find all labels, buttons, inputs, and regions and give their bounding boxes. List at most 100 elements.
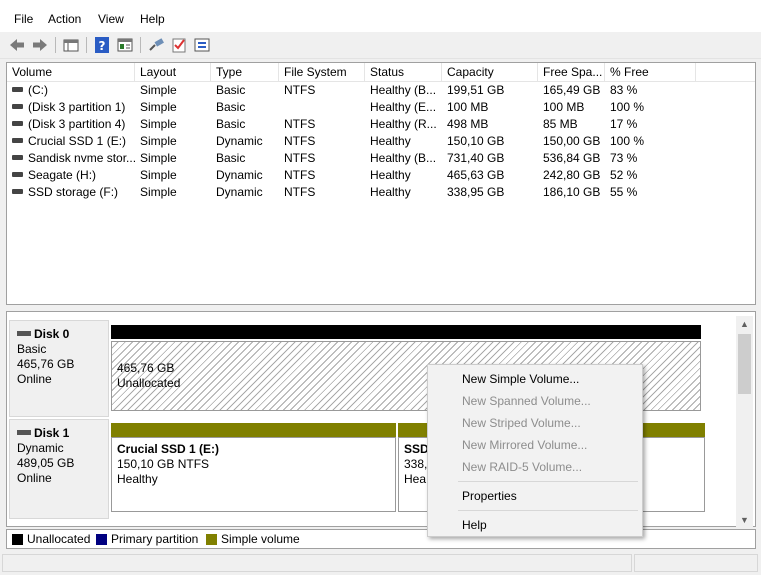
menu-item-new-mirrored-volume[interactable]: New Mirrored Volume... xyxy=(462,436,587,454)
volume-name: (Disk 3 partition 1) xyxy=(28,100,126,114)
scrollbar-thumb[interactable] xyxy=(738,334,751,394)
disk-map-scrollbar[interactable]: ▲ ▼ xyxy=(736,316,753,529)
cell-capacity: 731,40 GB xyxy=(447,151,505,165)
table-row[interactable]: Seagate (H:) Simple Dynamic NTFS Healthy… xyxy=(7,167,755,184)
drive-icon xyxy=(12,189,23,195)
menu-action[interactable]: Action xyxy=(48,12,81,26)
menu-item-new-striped-volume[interactable]: New Striped Volume... xyxy=(462,414,581,432)
toolbar-separator xyxy=(55,37,56,53)
volume-name: SSD storage (F:) xyxy=(28,185,119,199)
disk-name: Disk 0 xyxy=(34,327,70,341)
column-header-file-system[interactable]: File System xyxy=(279,63,365,82)
svg-text:?: ? xyxy=(99,39,106,53)
cell-percent-free: 100 % xyxy=(610,134,645,148)
menu-item-properties[interactable]: Properties xyxy=(462,487,517,505)
cell-type: Dynamic xyxy=(216,168,263,182)
cell-capacity: 199,51 GB xyxy=(447,83,505,97)
menu-file[interactable]: File xyxy=(14,12,33,26)
volume-name: Seagate (H:) xyxy=(28,168,97,182)
status-cell xyxy=(2,554,632,572)
back-arrow-icon[interactable] xyxy=(8,36,26,54)
menu-help[interactable]: Help xyxy=(140,12,165,26)
drive-icon xyxy=(12,121,23,127)
cell-type: Dynamic xyxy=(216,185,263,199)
table-row[interactable]: Crucial SSD 1 (E:) Simple Dynamic NTFS H… xyxy=(7,133,755,150)
scroll-up-icon[interactable]: ▲ xyxy=(736,316,753,332)
volume-list: Volume Layout Type File System Status Ca… xyxy=(6,62,756,305)
disk-list-icon[interactable] xyxy=(62,36,80,54)
check-icon[interactable] xyxy=(170,36,188,54)
cell-layout: Simple xyxy=(140,168,177,182)
cell-free-space: 186,10 GB xyxy=(543,185,601,199)
column-header-free-space[interactable]: Free Spa... xyxy=(538,63,605,82)
menu-item-new-raid5-volume[interactable]: New RAID-5 Volume... xyxy=(462,458,582,476)
volume-name: (Disk 3 partition 4) xyxy=(28,117,126,131)
toolbar: ? xyxy=(0,32,761,59)
connect-icon[interactable] xyxy=(147,36,165,54)
cell-status: Healthy (B... xyxy=(370,83,437,97)
column-header-status[interactable]: Status xyxy=(365,63,442,82)
disk-icon xyxy=(17,430,31,436)
disk-map: Disk 0 Basic 465,76 GB Online 465,76 GB … xyxy=(6,311,756,527)
cell-percent-free: 100 % xyxy=(610,100,645,114)
forward-arrow-icon[interactable] xyxy=(31,36,49,54)
cell-free-space: 536,84 GB xyxy=(543,151,601,165)
cell-free-space: 165,49 GB xyxy=(543,83,601,97)
disk-1-label[interactable]: Disk 1 Dynamic 489,05 GB Online xyxy=(9,419,109,519)
help-icon[interactable]: ? xyxy=(93,36,111,54)
context-menu: New Simple Volume... New Spanned Volume.… xyxy=(427,364,643,537)
menu-item-new-spanned-volume[interactable]: New Spanned Volume... xyxy=(462,392,591,410)
cell-percent-free: 17 % xyxy=(610,117,638,131)
cell-volume: SSD storage (F:) xyxy=(7,184,135,201)
volume-name: Crucial SSD 1 (E:) xyxy=(28,134,127,148)
table-row[interactable]: (Disk 3 partition 1) Simple Basic Health… xyxy=(7,99,755,116)
column-header-capacity[interactable]: Capacity xyxy=(442,63,538,82)
volume-crucial-ssd[interactable]: Crucial SSD 1 (E:) 150,10 GB NTFS Health… xyxy=(111,437,396,512)
cell-type: Basic xyxy=(216,117,246,131)
legend-swatch-primary xyxy=(96,534,107,545)
menu-view[interactable]: View xyxy=(98,12,124,26)
table-row[interactable]: (Disk 3 partition 4) Simple Basic NTFS H… xyxy=(7,116,755,133)
disk-name: Disk 1 xyxy=(34,426,70,440)
table-row[interactable]: Sandisk nvme stor... Simple Basic NTFS H… xyxy=(7,150,755,167)
cell-status: Healthy xyxy=(370,168,411,182)
menu-bar: File Action View Help xyxy=(0,0,761,32)
volume-title: Crucial SSD 1 (E:) xyxy=(117,442,220,456)
table-row[interactable]: SSD storage (F:) Simple Dynamic NTFS Hea… xyxy=(7,184,755,201)
disk-0-label[interactable]: Disk 0 Basic 465,76 GB Online xyxy=(9,320,109,417)
scroll-down-icon[interactable]: ▼ xyxy=(736,512,753,528)
column-header-layout[interactable]: Layout xyxy=(135,63,211,82)
toolbar-separator xyxy=(86,37,87,53)
menu-item-help[interactable]: Help xyxy=(462,516,487,534)
menu-item-new-simple-volume[interactable]: New Simple Volume... xyxy=(462,370,579,388)
cell-free-space: 150,00 GB xyxy=(543,134,601,148)
menu-separator xyxy=(458,510,638,511)
table-row[interactable]: (C:) Simple Basic NTFS Healthy (B... 199… xyxy=(7,82,755,99)
cell-percent-free: 83 % xyxy=(610,83,638,97)
properties-icon[interactable] xyxy=(116,36,134,54)
drive-icon xyxy=(12,87,23,93)
cell-type: Dynamic xyxy=(216,134,263,148)
legend-label-primary: Primary partition xyxy=(111,532,199,546)
cell-volume: (Disk 3 partition 1) xyxy=(7,99,135,116)
menu-separator xyxy=(458,481,638,482)
cell-file-system: NTFS xyxy=(284,151,316,165)
toolbar-separator xyxy=(140,37,141,53)
cell-capacity: 100 MB xyxy=(447,100,489,114)
settings-icon[interactable] xyxy=(193,36,211,54)
column-header-percent-free[interactable]: % Free xyxy=(605,63,696,82)
cell-volume: Sandisk nvme stor... xyxy=(7,150,135,167)
cell-free-space: 100 MB xyxy=(543,100,585,114)
disk-type: Basic xyxy=(17,342,47,356)
volume-list-header: Volume Layout Type File System Status Ca… xyxy=(7,63,755,82)
column-header-volume[interactable]: Volume xyxy=(7,63,135,82)
cell-capacity: 338,95 GB xyxy=(447,185,505,199)
cell-free-space: 242,80 GB xyxy=(543,168,601,182)
drive-icon xyxy=(12,138,23,144)
cell-capacity: 498 MB xyxy=(447,117,489,131)
column-header-type[interactable]: Type xyxy=(211,63,279,82)
disk-size: 489,05 GB xyxy=(17,456,75,470)
legend-swatch-unallocated xyxy=(12,534,23,545)
cell-status: Healthy xyxy=(370,134,411,148)
cell-free-space: 85 MB xyxy=(543,117,578,131)
